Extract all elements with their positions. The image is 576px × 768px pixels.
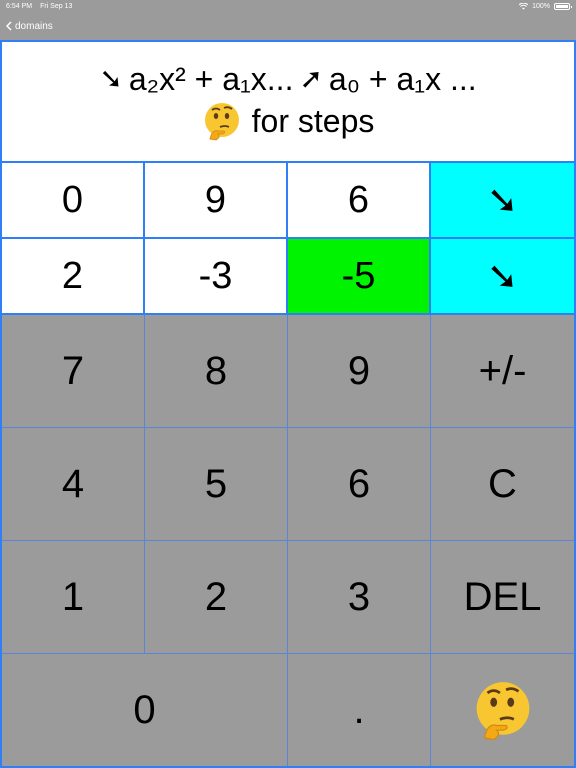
key-5[interactable]: 5 <box>145 428 288 541</box>
keypad: 7 8 9 +/- 4 5 6 C 1 2 3 DEL 0 . <box>2 315 574 766</box>
thinking-face-icon <box>476 682 529 741</box>
key-7[interactable]: 7 <box>2 315 145 428</box>
status-bar: 6:54 PM Fri Sep 13 100% <box>0 0 576 12</box>
coefficient-cell[interactable]: 9 <box>145 163 288 239</box>
battery-percent: 100% <box>532 2 550 10</box>
back-button[interactable]: domains <box>6 21 53 32</box>
key-3[interactable]: 3 <box>288 541 431 654</box>
ascending-form-label: a₀ + a₁x ... <box>328 60 477 97</box>
key-clear[interactable]: C <box>431 428 574 541</box>
key-6[interactable]: 6 <box>288 428 431 541</box>
key-sign-toggle[interactable]: +/- <box>431 315 574 428</box>
nav-bar: domains <box>0 12 576 40</box>
key-9[interactable]: 9 <box>288 315 431 428</box>
steps-label: for steps <box>251 102 375 139</box>
steps-button[interactable] <box>431 654 574 766</box>
key-0[interactable]: 0 <box>2 654 288 766</box>
coefficient-cell[interactable]: -3 <box>145 239 288 315</box>
direction-toggle-button[interactable]: ➘ <box>431 239 574 315</box>
steps-hint: for steps <box>202 101 375 141</box>
formula-header: ➘ a₂x² + a₁x... ➚ a₀ + a₁x ... for steps <box>2 42 574 163</box>
status-date: Fri Sep 13 <box>40 2 73 10</box>
wifi-icon <box>519 2 529 10</box>
arrow-up-right-icon: ➚ <box>299 62 323 94</box>
key-delete[interactable]: DEL <box>431 541 574 654</box>
calculator-panel: ➘ a₂x² + a₁x... ➚ a₀ + a₁x ... for steps… <box>0 40 576 768</box>
coefficient-cell[interactable]: 2 <box>2 239 145 315</box>
arrow-down-right-icon: ➘ <box>99 62 123 94</box>
direction-toggle-button[interactable]: ➘ <box>431 163 574 239</box>
coefficient-cell-selected[interactable]: -5 <box>288 239 431 315</box>
key-8[interactable]: 8 <box>145 315 288 428</box>
descending-form-label: a₂x² + a₁x... <box>128 60 294 97</box>
key-4[interactable]: 4 <box>2 428 145 541</box>
status-time: 6:54 PM <box>6 2 33 10</box>
chevron-left-icon <box>6 21 12 31</box>
thinking-face-icon <box>204 102 239 140</box>
formula-line: ➘ a₂x² + a₁x... ➚ a₀ + a₁x ... <box>99 63 476 95</box>
coefficient-cell[interactable]: 6 <box>288 163 431 239</box>
battery-fill <box>556 4 568 8</box>
key-2[interactable]: 2 <box>145 541 288 654</box>
coefficient-cell[interactable]: 0 <box>2 163 145 239</box>
key-1[interactable]: 1 <box>2 541 145 654</box>
battery-icon <box>554 2 572 10</box>
coefficient-grid: 0 9 6 ➘ 2 -3 -5 ➘ <box>2 163 574 315</box>
back-button-label: domains <box>15 20 53 32</box>
key-decimal[interactable]: . <box>288 654 431 766</box>
